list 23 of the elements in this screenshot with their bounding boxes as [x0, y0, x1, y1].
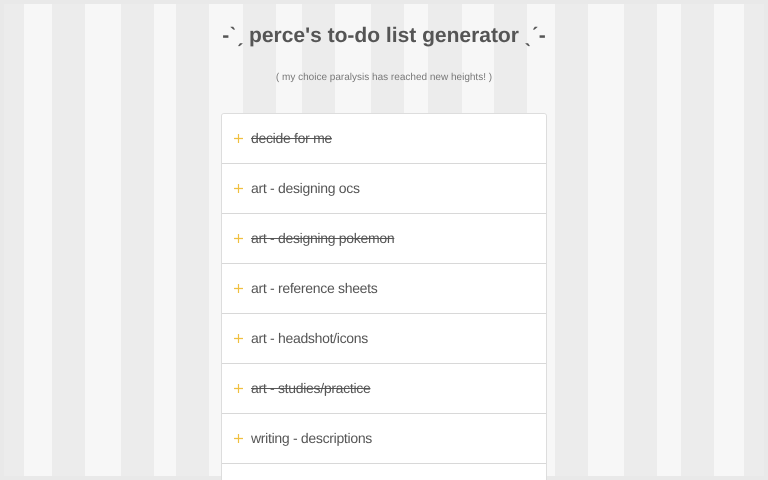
task-row[interactable]: art - designing pokemon [222, 214, 546, 264]
task-label: art - headshot/icons [251, 328, 368, 348]
plus-icon [234, 234, 243, 242]
task-label: writing - descriptions [251, 428, 372, 448]
task-row[interactable]: art - studies/practice [222, 364, 546, 414]
page-subtitle: ( my choice paralysis has reached new heights! ) [276, 70, 492, 84]
task-row[interactable]: art - designing ocs [222, 164, 546, 214]
task-label: art - designing ocs [251, 178, 360, 198]
plus-icon [234, 184, 243, 192]
plus-icon [234, 334, 243, 342]
plus-icon [234, 434, 243, 442]
task-row[interactable]: art - headshot/icons [222, 314, 546, 364]
task-label: decide for me [251, 128, 332, 148]
task-label: art - studies/practice [251, 378, 370, 398]
task-row[interactable]: art - reference sheets [222, 264, 546, 314]
task-label: art - designing pokemon [251, 228, 394, 248]
task-label: art - reference sheets [251, 278, 378, 298]
task-row[interactable]: decide for me [222, 114, 546, 164]
plus-icon [234, 134, 243, 142]
page-title: -ˋˏ perce's to-do list generator ˎˊ- [222, 23, 546, 49]
task-row[interactable]: writing - descriptions [222, 414, 546, 464]
plus-icon [234, 284, 243, 292]
plus-icon [234, 384, 243, 392]
